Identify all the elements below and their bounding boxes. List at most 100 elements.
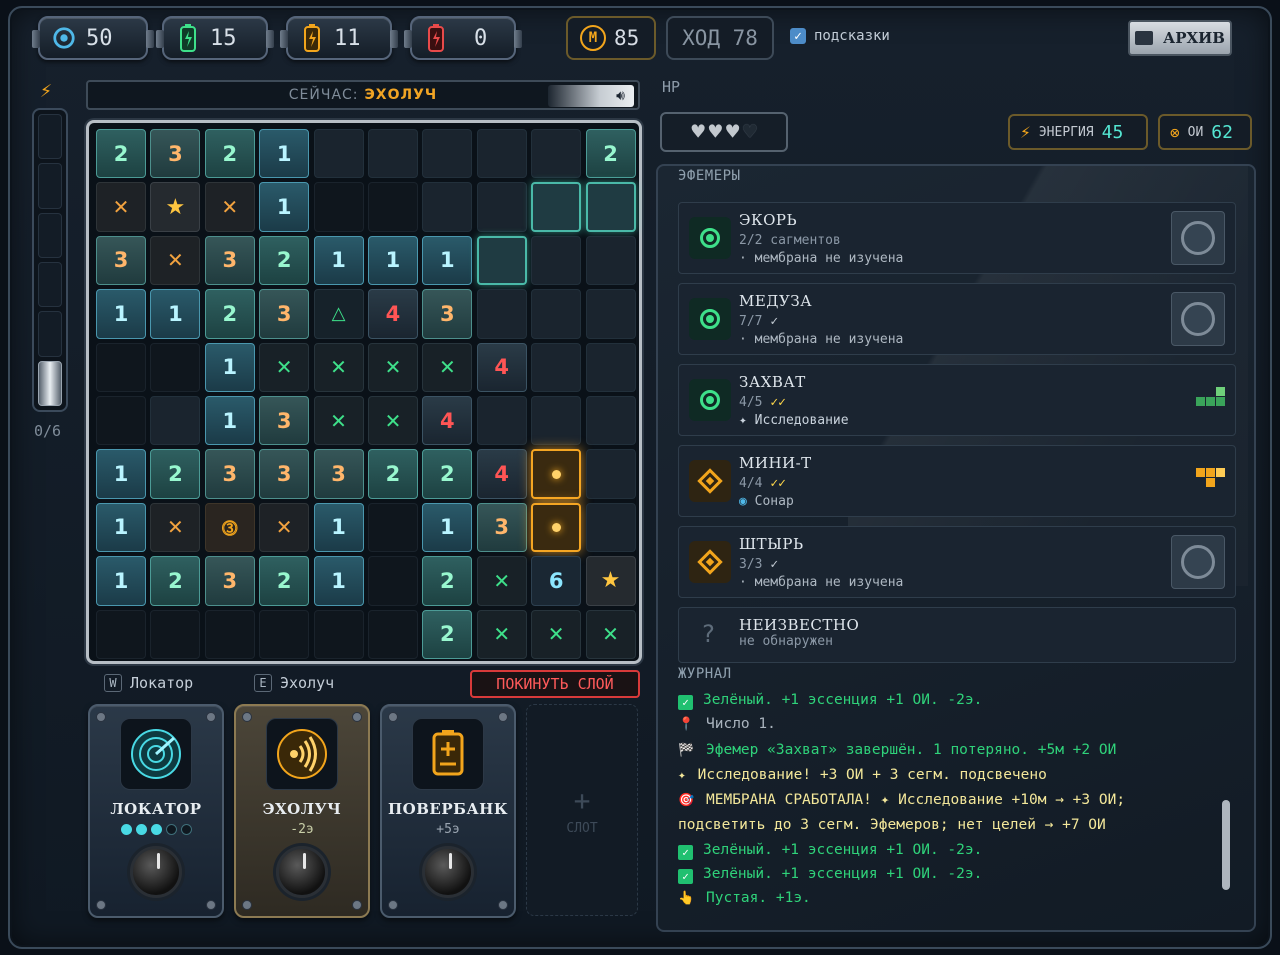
number-cell[interactable]: 2 <box>367 449 418 499</box>
number-cell[interactable]: 3 <box>204 556 255 606</box>
flag-cell[interactable]: ✕ <box>96 182 146 232</box>
hidden-cell[interactable] <box>367 556 418 606</box>
sonar-probe-cell[interactable] <box>531 449 582 499</box>
hidden-cell[interactable] <box>585 502 636 553</box>
hidden-cell[interactable] <box>422 129 473 179</box>
hidden-cell[interactable] <box>476 395 527 446</box>
powerbank-knob[interactable] <box>422 846 474 898</box>
star-cell[interactable]: ★ <box>585 556 636 606</box>
hidden-cell[interactable] <box>150 342 201 392</box>
hidden-cell[interactable] <box>531 129 582 179</box>
tool-echo[interactable]: ЭХОЛУЧ -2э <box>234 704 370 918</box>
number-cell[interactable]: 3 <box>150 129 201 179</box>
hidden-cell[interactable] <box>313 129 364 179</box>
hidden-cell[interactable] <box>585 395 636 446</box>
hidden-cell[interactable] <box>531 289 582 339</box>
hidden-cell[interactable] <box>476 289 527 339</box>
number-cell[interactable]: 6 <box>531 556 582 606</box>
hidden-cell[interactable] <box>585 342 636 392</box>
cleared-cell[interactable]: ✕ <box>531 609 582 659</box>
number-cell[interactable]: 3 <box>476 502 527 553</box>
number-cell[interactable]: 3 <box>96 235 146 286</box>
number-cell[interactable]: 1 <box>204 342 255 392</box>
locator-knob[interactable] <box>130 846 182 898</box>
number-cell[interactable]: 1 <box>96 449 146 499</box>
hidden-cell[interactable] <box>476 129 527 179</box>
star-cell[interactable]: ★ <box>150 182 201 232</box>
number-cell[interactable]: 2 <box>259 556 310 606</box>
empty-tool-slot[interactable]: + СЛОТ <box>526 704 638 916</box>
ephemera-item[interactable]: ЭКОРЬ 2/2 сагментов · мембрана не изучена <box>678 202 1236 274</box>
ephemera-item[interactable]: ШТЫРЬ 3/3 ✓ · мембрана не изучена <box>678 526 1236 598</box>
journal-scrollbar[interactable] <box>1222 696 1230 896</box>
flag-cell[interactable]: ✕ <box>204 182 255 232</box>
number-cell[interactable]: 1 <box>96 289 146 339</box>
number-cell[interactable]: 1 <box>96 502 146 553</box>
hidden-cell[interactable] <box>422 182 473 232</box>
volume-slider[interactable]: 🔊︎ <box>548 85 634 107</box>
hidden-cell[interactable] <box>476 182 527 232</box>
echo-knob[interactable] <box>276 846 328 898</box>
cleared-cell[interactable]: ✕ <box>476 556 527 606</box>
sonar-probe-cell[interactable] <box>531 502 582 553</box>
cleared-cell[interactable]: ✕ <box>313 342 364 392</box>
ephemera-item[interactable]: МЕДУЗА 7/7 ✓ · мембрана не изучена <box>678 283 1236 355</box>
hidden-cell[interactable] <box>531 342 582 392</box>
hidden-cell[interactable] <box>367 609 418 659</box>
hidden-cell[interactable] <box>313 182 364 232</box>
number-cell[interactable]: 3 <box>204 449 255 499</box>
number-cell[interactable]: 1 <box>259 129 310 179</box>
hidden-cell[interactable] <box>531 395 582 446</box>
ephemera-item[interactable]: МИНИ-Т 4/4 ✓✓ ◉ Сонар <box>678 445 1236 517</box>
number-cell[interactable]: 2 <box>259 235 310 286</box>
archive-button[interactable]: АРХИВ <box>1128 20 1232 56</box>
coin-cell[interactable]: ⓷ <box>204 502 255 553</box>
cleared-cell[interactable]: ✕ <box>367 342 418 392</box>
highlighted-cell[interactable] <box>476 235 527 286</box>
number-cell[interactable]: 1 <box>422 235 473 286</box>
hidden-cell[interactable] <box>96 609 146 659</box>
number-cell[interactable]: 4 <box>367 289 418 339</box>
number-cell[interactable]: 1 <box>313 502 364 553</box>
highlighted-cell[interactable] <box>531 182 582 232</box>
number-cell[interactable]: 2 <box>204 129 255 179</box>
cleared-cell[interactable]: ✕ <box>476 609 527 659</box>
number-cell[interactable]: 3 <box>422 289 473 339</box>
number-cell[interactable]: 3 <box>259 395 310 446</box>
number-cell[interactable]: 2 <box>150 449 201 499</box>
highlighted-cell[interactable] <box>585 182 636 232</box>
hints-checkbox[interactable]: ✓ <box>790 28 806 44</box>
number-cell[interactable]: 1 <box>422 502 473 553</box>
hidden-cell[interactable] <box>96 395 146 446</box>
hidden-cell[interactable] <box>259 609 310 659</box>
hidden-cell[interactable] <box>96 342 146 392</box>
number-cell[interactable]: 1 <box>313 235 364 286</box>
hints-toggle[interactable]: ✓ подсказки <box>790 28 890 44</box>
number-cell[interactable]: 1 <box>204 395 255 446</box>
leave-layer-button[interactable]: ПОКИНУТЬ СЛОЙ <box>470 670 640 698</box>
hidden-cell[interactable] <box>367 129 418 179</box>
hidden-cell[interactable] <box>367 182 418 232</box>
number-cell[interactable]: 4 <box>476 342 527 392</box>
cleared-cell[interactable]: ✕ <box>422 342 473 392</box>
number-cell[interactable]: 1 <box>150 289 201 339</box>
number-cell[interactable]: 4 <box>476 449 527 499</box>
number-cell[interactable]: 1 <box>96 556 146 606</box>
ephemera-item[interactable]: ЗАХВАТ 4/5 ✓✓ ✦ Исследование <box>678 364 1236 436</box>
hidden-cell[interactable] <box>150 609 201 659</box>
number-cell[interactable]: 2 <box>585 129 636 179</box>
tool-locator[interactable]: ЛОКАТОР <box>88 704 224 918</box>
cleared-cell[interactable]: ✕ <box>313 395 364 446</box>
hidden-cell[interactable] <box>531 235 582 286</box>
number-cell[interactable]: 3 <box>259 289 310 339</box>
cleared-cell[interactable]: ✕ <box>367 395 418 446</box>
hidden-cell[interactable] <box>367 502 418 553</box>
flag-cell[interactable]: ✕ <box>259 502 310 553</box>
ephemera-item[interactable]: ? НЕИЗВЕСТНО не обнаружен <box>678 607 1236 663</box>
flag-cell[interactable]: ✕ <box>150 235 201 286</box>
cleared-cell[interactable]: ✕ <box>259 342 310 392</box>
number-cell[interactable]: 3 <box>259 449 310 499</box>
number-cell[interactable]: 2 <box>422 449 473 499</box>
number-cell[interactable]: 1 <box>313 556 364 606</box>
tool-powerbank[interactable]: ПОВЕРБАНК +5э <box>380 704 516 918</box>
